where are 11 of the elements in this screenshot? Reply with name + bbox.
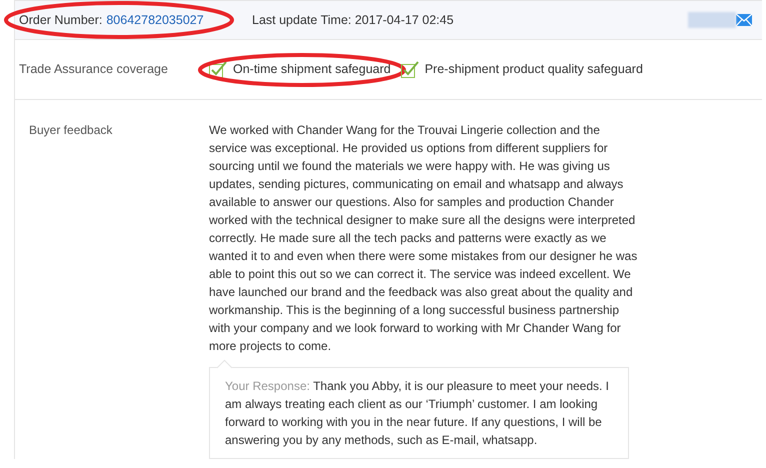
coverage-item: On-time shipment safeguard <box>233 61 391 78</box>
feedback-text: We worked with Chander Wang for the Trouvai Lingerie collection and the service was exceptional. He provided us options from different suppliers for sourcing until we found the materials we were happy with. He was giving us updates, sending pictures, communicating on email and whatsapp and always available to answer our questions. Also for samples and production Chander worked with the technical designer to make sure all the designs were interpreted correctly. He made sure all the tech packs and patterns were exactly as we wanted it to and even when there were some mistakes from our designer he was able to point this out so we can correct it. The service was indeed excellent. We have launched our brand and the feedback was also great about the quality and workmanship. This is the beginning of a long successful business partnership with your company and we look forward to working with Mr Chander Wang for more projects to come. <box>209 122 638 355</box>
blurred-label <box>688 12 736 28</box>
order-number-label: Order Number: <box>19 12 102 29</box>
coverage-item: Pre-shipment product quality safeguard <box>424 61 643 78</box>
feedback-label: Buyer feedback <box>29 122 114 139</box>
coverage-label: Trade Assurance coverage <box>19 61 169 78</box>
response-text: Your Response: Thank you Abby, it is our pleasure to meet your needs. I am always treating each client as our ‘Triumph’ customer. I am looking forward to working with you in the near future. If any questions, I will be answering you by any methods, such as E-mail, whatsapp. <box>225 378 610 449</box>
mail-icon[interactable] <box>736 14 752 26</box>
update-time-label: Last update Time: 2017-04-17 02:45 <box>252 12 454 29</box>
order-number-link[interactable]: 80642782035027 <box>106 10 204 30</box>
